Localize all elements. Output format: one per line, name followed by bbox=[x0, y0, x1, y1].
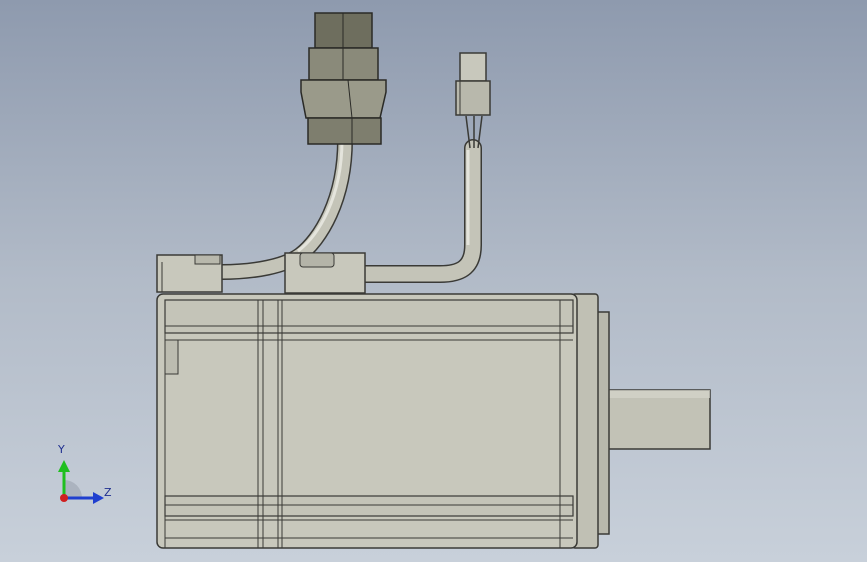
z-axis-label: Z bbox=[104, 486, 112, 499]
power-cable-gland[interactable] bbox=[156, 254, 223, 293]
z-axis-arrowhead bbox=[93, 492, 104, 504]
y-axis-arrowhead bbox=[58, 460, 70, 472]
y-axis-label: Y bbox=[58, 443, 65, 456]
encoder-cable-gland[interactable] bbox=[284, 252, 366, 294]
triad-origin bbox=[60, 494, 68, 502]
power-connector[interactable] bbox=[300, 12, 387, 145]
encoder-connector[interactable] bbox=[455, 52, 491, 116]
cad-graphics-viewport[interactable]: Y Z bbox=[0, 0, 867, 562]
power-cable[interactable] bbox=[214, 132, 353, 280]
motor-body[interactable] bbox=[156, 293, 578, 549]
motor-shaft[interactable] bbox=[605, 389, 711, 450]
